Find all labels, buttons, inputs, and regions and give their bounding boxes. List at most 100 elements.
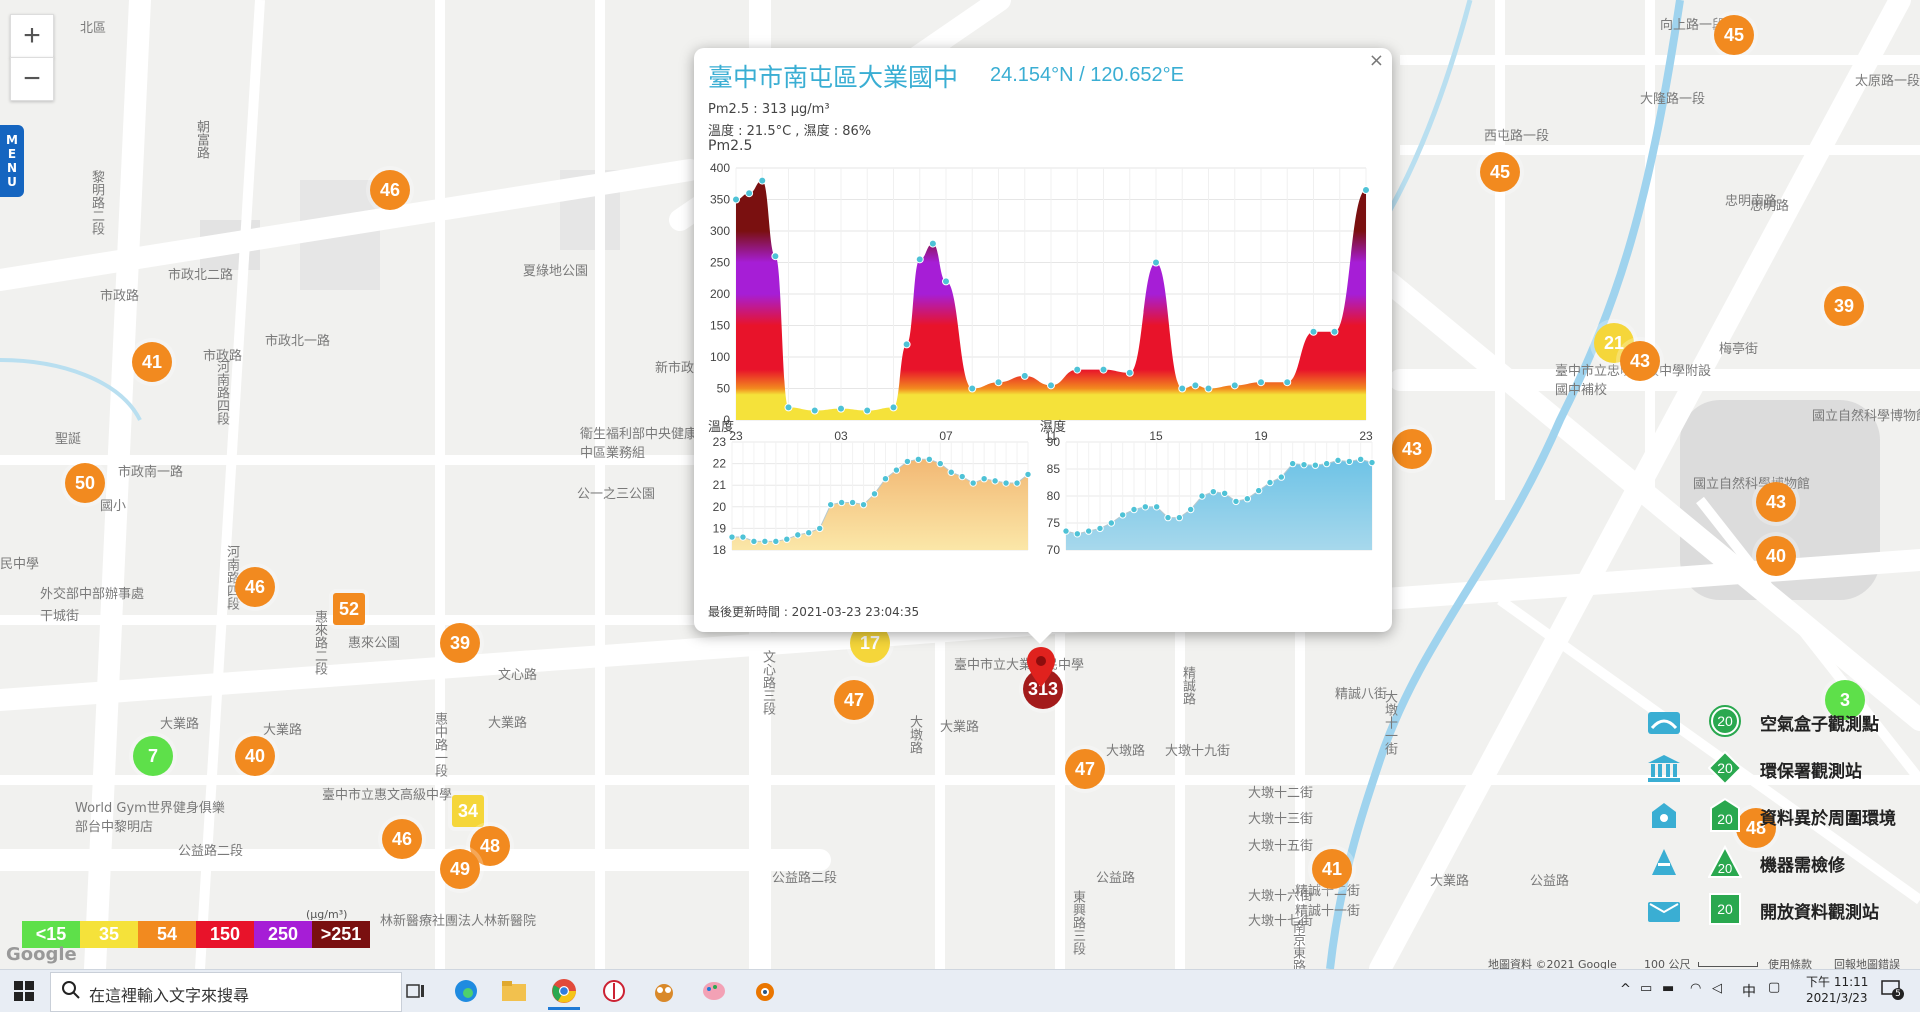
- street-label: 市政北一路: [265, 334, 331, 349]
- y-tick-label: 200: [710, 287, 730, 301]
- humidity-point: [1220, 489, 1229, 497]
- street-label: 河南路四段: [214, 360, 229, 425]
- street-label: 精誠路: [1180, 666, 1195, 705]
- pm25-reading: Pm2.5 : 313 μg/m³: [708, 102, 830, 117]
- map-canvas[interactable]: 北區 忠明南路 向上路一段 市政北二路 夏綠地公園 市政路 市政北一路 市政路 衛生福利部中央健…: [0, 0, 1920, 969]
- station-marker[interactable]: 50: [65, 463, 105, 503]
- anomaly-station-icon: [1646, 800, 1682, 830]
- station-marker[interactable]: 52: [333, 593, 365, 625]
- humidity-point: [1209, 487, 1218, 496]
- street-label: 大墩路: [1106, 744, 1146, 759]
- station-marker[interactable]: 7: [133, 736, 173, 776]
- street-label: 北區: [80, 21, 107, 36]
- station-marker[interactable]: 40: [235, 736, 275, 776]
- station-marker[interactable]: 45: [1714, 15, 1754, 55]
- pm25-point: [1257, 378, 1265, 387]
- humidity-point: [1300, 460, 1308, 469]
- svg-text:20: 20: [1717, 760, 1733, 776]
- taskbar-search-box[interactable]: 在這裡輸入文字來搜尋: [50, 972, 402, 1012]
- app-owl-icon[interactable]: [648, 975, 680, 1007]
- station-marker[interactable]: 39: [440, 623, 480, 663]
- svg-text:20: 20: [1717, 713, 1733, 729]
- station-marker[interactable]: 47: [1065, 749, 1105, 789]
- last-updated: 最後更新時間 : 2021-03-23 23:04:35: [708, 605, 920, 619]
- popup-close-button[interactable]: ×: [1369, 50, 1384, 71]
- station-marker[interactable]: 39: [1824, 286, 1864, 326]
- legend-item: 20 資料異於周圍環境: [1646, 796, 1916, 836]
- station-marker[interactable]: 41: [132, 342, 172, 382]
- clock-time[interactable]: 下午 11:11: [1806, 973, 1868, 990]
- network-icon[interactable]: ◠: [1690, 981, 1701, 996]
- station-marker[interactable]: 46: [382, 819, 422, 859]
- station-marker[interactable]: 43: [1756, 482, 1796, 522]
- street-label: 大業路: [263, 723, 303, 738]
- street-label: 外交部中部辦事處: [40, 587, 145, 602]
- pm25-point: [784, 403, 793, 412]
- app-compass-icon[interactable]: [598, 975, 630, 1007]
- chrome-browser-icon[interactable]: [548, 975, 580, 1010]
- legend-label: 空氣盒子觀測點: [1760, 715, 1879, 735]
- open-data-station-icon: [1646, 894, 1682, 924]
- edge-browser-icon[interactable]: [450, 975, 482, 1007]
- ime-indicator[interactable]: 中: [1742, 981, 1756, 1001]
- street-label: 林新醫療社團法人林新醫院: [380, 914, 537, 929]
- humidity-point: [1243, 494, 1252, 503]
- street-label: 黎明路二段: [89, 170, 104, 235]
- humidity-point: [1266, 478, 1274, 487]
- task-view-icon[interactable]: [400, 975, 432, 1007]
- search-icon: [61, 980, 81, 1004]
- station-popup: 臺中市南屯區大業國中 24.154°N / 120.652°E × Pm2.5 …: [694, 48, 1392, 644]
- humidity-point: [1334, 456, 1342, 465]
- notification-button[interactable]: 5: [1880, 978, 1904, 1000]
- tray-device-icon[interactable]: ▭: [1640, 981, 1652, 996]
- menu-tab-button[interactable]: MENU: [0, 125, 24, 197]
- street-label: 公益路: [1530, 874, 1570, 889]
- legend-item: 20 空氣盒子觀測點: [1646, 702, 1916, 742]
- battery-icon[interactable]: ▬: [1662, 981, 1674, 996]
- volume-icon[interactable]: ◁: [1712, 981, 1722, 996]
- zoom-out-button[interactable]: −: [10, 57, 54, 101]
- station-marker[interactable]: 40: [1756, 536, 1796, 576]
- app-paint-icon[interactable]: [698, 975, 730, 1007]
- ime-mode-icon[interactable]: ▢: [1768, 980, 1780, 995]
- clock-date[interactable]: 2021/3/23: [1806, 991, 1868, 1005]
- start-button[interactable]: [8, 975, 40, 1007]
- svg-text:20: 20: [1718, 861, 1732, 876]
- pm25-point: [1073, 365, 1082, 374]
- y-tick-label: 75: [1047, 516, 1061, 530]
- street-label: 聖誕: [55, 432, 82, 447]
- station-marker[interactable]: 46: [235, 567, 275, 607]
- station-marker[interactable]: 45: [1480, 152, 1520, 192]
- station-marker[interactable]: 49: [440, 849, 480, 889]
- station-marker[interactable]: 41: [1312, 849, 1352, 889]
- file-explorer-icon[interactable]: [498, 975, 530, 1007]
- station-marker[interactable]: 46: [370, 170, 410, 210]
- street-label: 大墩路: [907, 715, 922, 754]
- street-label: 西屯路一段: [1484, 129, 1550, 144]
- street-label: 大業路: [488, 716, 528, 731]
- pm25-point: [915, 255, 924, 264]
- y-tick-label: 85: [1047, 462, 1061, 476]
- temperature-point: [826, 500, 835, 509]
- station-marker[interactable]: 47: [834, 680, 874, 720]
- pm25-point: [758, 176, 767, 185]
- y-tick-label: 400: [710, 161, 730, 175]
- pm25-chart: 05010015020025030035040023 03 07 11 15 19 23: [710, 161, 1373, 443]
- report-error-link[interactable]: 回報地圖錯誤: [1834, 956, 1900, 969]
- selected-station-pin[interactable]: [1025, 645, 1057, 689]
- tray-chevron-icon[interactable]: ^: [1620, 982, 1631, 997]
- street-label: 文心路三段: [760, 650, 775, 715]
- y-tick-label: 22: [713, 457, 727, 471]
- temperature-point: [925, 455, 934, 463]
- humidity-point: [1164, 513, 1172, 522]
- terms-link[interactable]: 使用條款: [1768, 956, 1812, 969]
- app-blender-icon[interactable]: [748, 975, 780, 1007]
- street-label: 南京東路: [1290, 920, 1305, 969]
- street-label: 忠明路: [1750, 199, 1790, 214]
- zoom-in-button[interactable]: +: [10, 14, 54, 58]
- street-label: 市政南一路: [118, 465, 184, 480]
- station-marker[interactable]: 34: [452, 795, 484, 827]
- y-tick-label: 150: [710, 319, 730, 333]
- station-marker[interactable]: 43: [1392, 429, 1432, 469]
- station-marker[interactable]: 43: [1620, 341, 1660, 381]
